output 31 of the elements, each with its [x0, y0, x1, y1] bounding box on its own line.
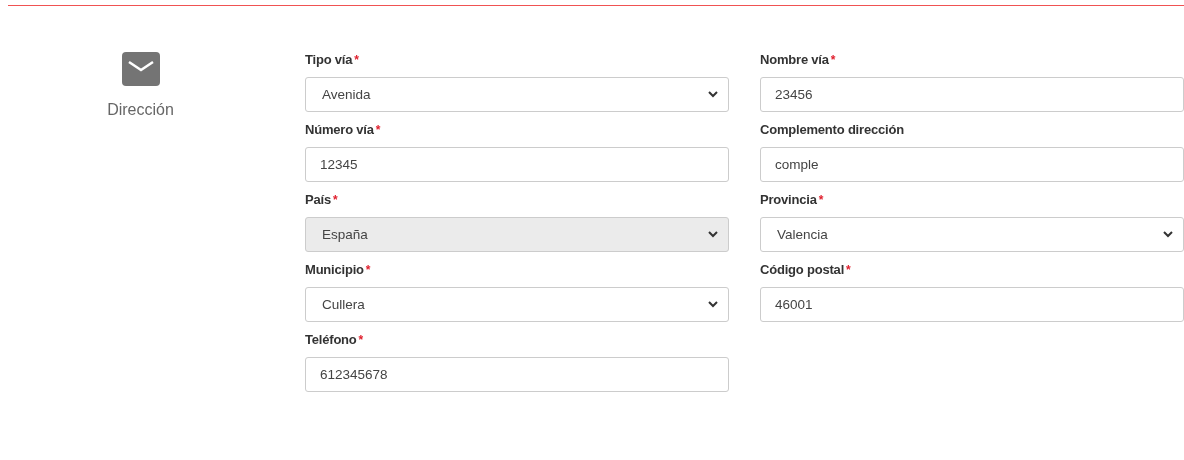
- field-label: Tipo vía: [305, 52, 353, 67]
- input-field[interactable]: comple: [760, 147, 1184, 182]
- required-mark: *: [332, 193, 338, 207]
- section-title: Dirección: [107, 101, 174, 119]
- envelope-icon: [121, 52, 160, 86]
- chevron-down-icon: [1163, 231, 1173, 238]
- input-field[interactable]: 23456: [760, 77, 1184, 112]
- field-label: País: [305, 192, 331, 207]
- field-label: Teléfono: [305, 332, 357, 347]
- select-field[interactable]: Valencia: [760, 217, 1184, 252]
- required-mark: *: [358, 333, 364, 347]
- field-label: Nombre vía: [760, 52, 829, 67]
- required-mark: *: [354, 53, 359, 67]
- field-label: Municipio: [305, 262, 364, 277]
- required-mark: *: [818, 193, 824, 207]
- field-label: Código postal: [760, 262, 845, 277]
- field-label: Provincia: [760, 192, 817, 207]
- select-field[interactable]: Cullera: [305, 287, 729, 322]
- field-label: Complemento dirección: [760, 122, 904, 137]
- required-mark: *: [375, 123, 381, 137]
- chevron-down-icon: [708, 91, 718, 98]
- select-field[interactable]: Avenida: [305, 77, 729, 112]
- required-mark: *: [846, 263, 851, 277]
- input-field[interactable]: 12345: [305, 147, 729, 182]
- required-mark: *: [830, 53, 836, 67]
- chevron-down-icon: [708, 301, 718, 308]
- chevron-down-icon: [708, 231, 718, 238]
- input-field[interactable]: 46001: [760, 287, 1184, 322]
- required-mark: *: [365, 263, 371, 277]
- field-label: Número vía: [305, 122, 374, 137]
- input-field[interactable]: 612345678: [305, 357, 729, 392]
